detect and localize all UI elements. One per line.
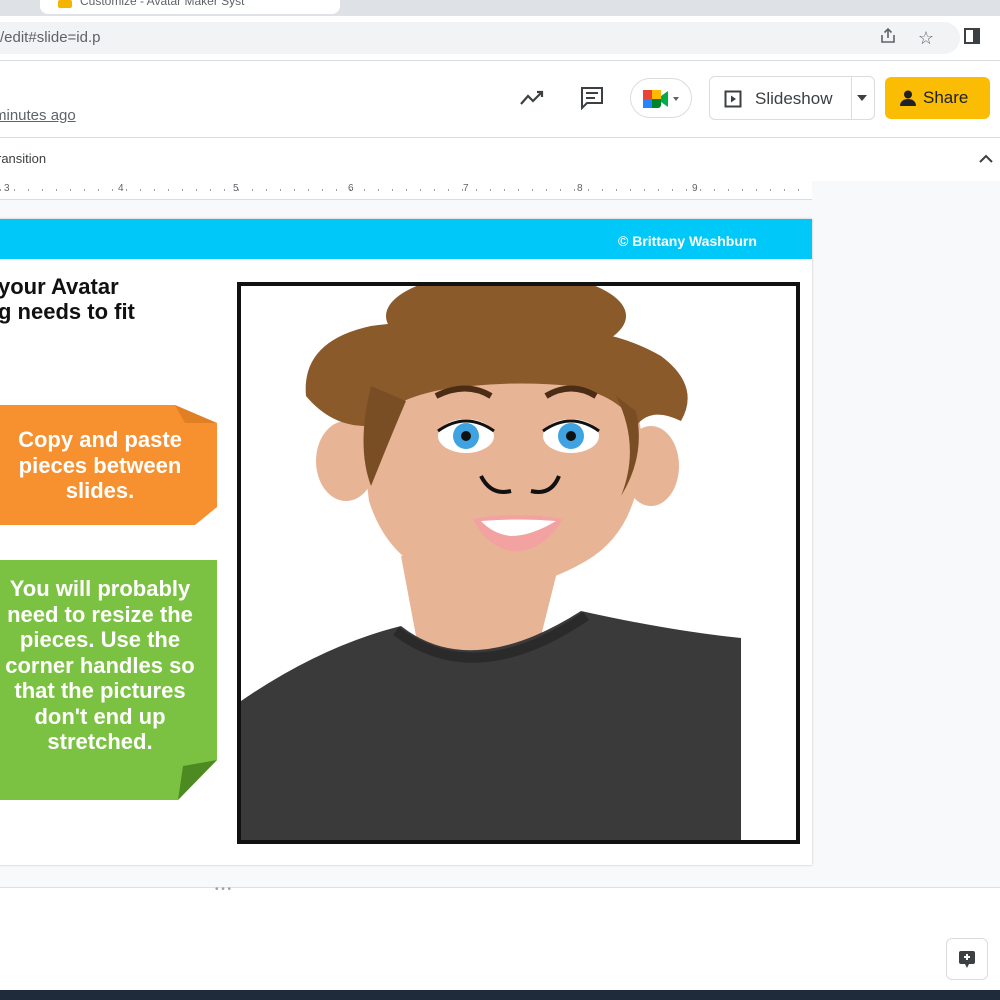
orange-note[interactable]: Copy and paste pieces between slides.: [0, 405, 217, 525]
ruler-number: 8: [577, 183, 583, 194]
ruler: 3 4 5 6 7 8 9: [0, 181, 812, 200]
instructions-line: g needs to fit: [0, 299, 135, 324]
activity-icon[interactable]: [518, 84, 546, 112]
instructions-text[interactable]: your Avatar g needs to fit: [0, 274, 198, 324]
avatar-frame[interactable]: [237, 282, 800, 844]
tab-title: Customize - Avatar Maker Syst: [80, 0, 245, 8]
button-divider: [851, 77, 852, 119]
chevron-up-icon[interactable]: [976, 150, 996, 166]
explore-icon: [959, 951, 975, 968]
resize-grip-icon[interactable]: • • •: [215, 884, 231, 895]
note-line: You will probably: [9, 576, 191, 601]
transition-button[interactable]: ransition: [0, 151, 46, 166]
green-note-text: You will probably need to resize the pie…: [0, 576, 200, 755]
note-line: slides.: [65, 478, 135, 503]
slides-favicon-icon: [58, 0, 72, 8]
note-line: pieces. Use the: [19, 627, 181, 652]
ruler-number: 9: [692, 183, 698, 194]
share-label: Share: [923, 88, 969, 107]
os-taskbar: [0, 990, 1000, 1000]
slideshow-button[interactable]: Slideshow: [709, 76, 875, 120]
ruler-number: 4: [118, 183, 124, 194]
url-text[interactable]: /edit#slide=id.p: [0, 29, 101, 46]
share-button[interactable]: Share: [885, 77, 990, 119]
toolbar: [0, 137, 1000, 181]
browser-tab[interactable]: Customize - Avatar Maker Syst: [40, 0, 340, 14]
meet-button[interactable]: [630, 78, 692, 118]
chevron-down-icon[interactable]: [856, 94, 868, 102]
slideshow-label: Slideshow: [755, 89, 833, 108]
ruler-number: 6: [348, 183, 354, 194]
green-note[interactable]: You will probably need to resize the pie…: [0, 560, 217, 800]
speaker-notes-area[interactable]: [0, 887, 1000, 991]
note-line: need to resize the: [7, 601, 193, 627]
copyright-text[interactable]: © Brittany Washburn: [618, 233, 757, 249]
ruler-number: 3: [4, 183, 10, 194]
note-line: stretched.: [47, 729, 153, 754]
note-line: pieces between: [18, 452, 182, 478]
star-icon[interactable]: ☆: [914, 26, 938, 50]
side-panel-icon[interactable]: [960, 26, 984, 50]
person-icon: [900, 90, 916, 106]
avatar-image[interactable]: [241, 286, 796, 840]
note-line: don't end up: [34, 703, 166, 729]
last-edit-link[interactable]: minutes ago: [0, 107, 76, 124]
instructions-line: your Avatar: [0, 274, 119, 299]
note-line: Copy and paste: [18, 427, 182, 452]
meet-icon: [643, 90, 679, 108]
note-line: that the pictures: [14, 678, 186, 703]
present-icon: [724, 90, 742, 108]
address-bar: [0, 16, 1000, 61]
ruler-number: 7: [463, 183, 469, 194]
share-page-icon[interactable]: [876, 26, 900, 50]
comment-icon[interactable]: [578, 84, 606, 112]
ruler-number: 5: [233, 183, 239, 194]
note-line: corner handles so: [5, 652, 195, 678]
explore-button[interactable]: [946, 938, 988, 980]
orange-note-text: Copy and paste pieces between slides.: [0, 427, 200, 504]
omnibox[interactable]: [0, 22, 960, 54]
